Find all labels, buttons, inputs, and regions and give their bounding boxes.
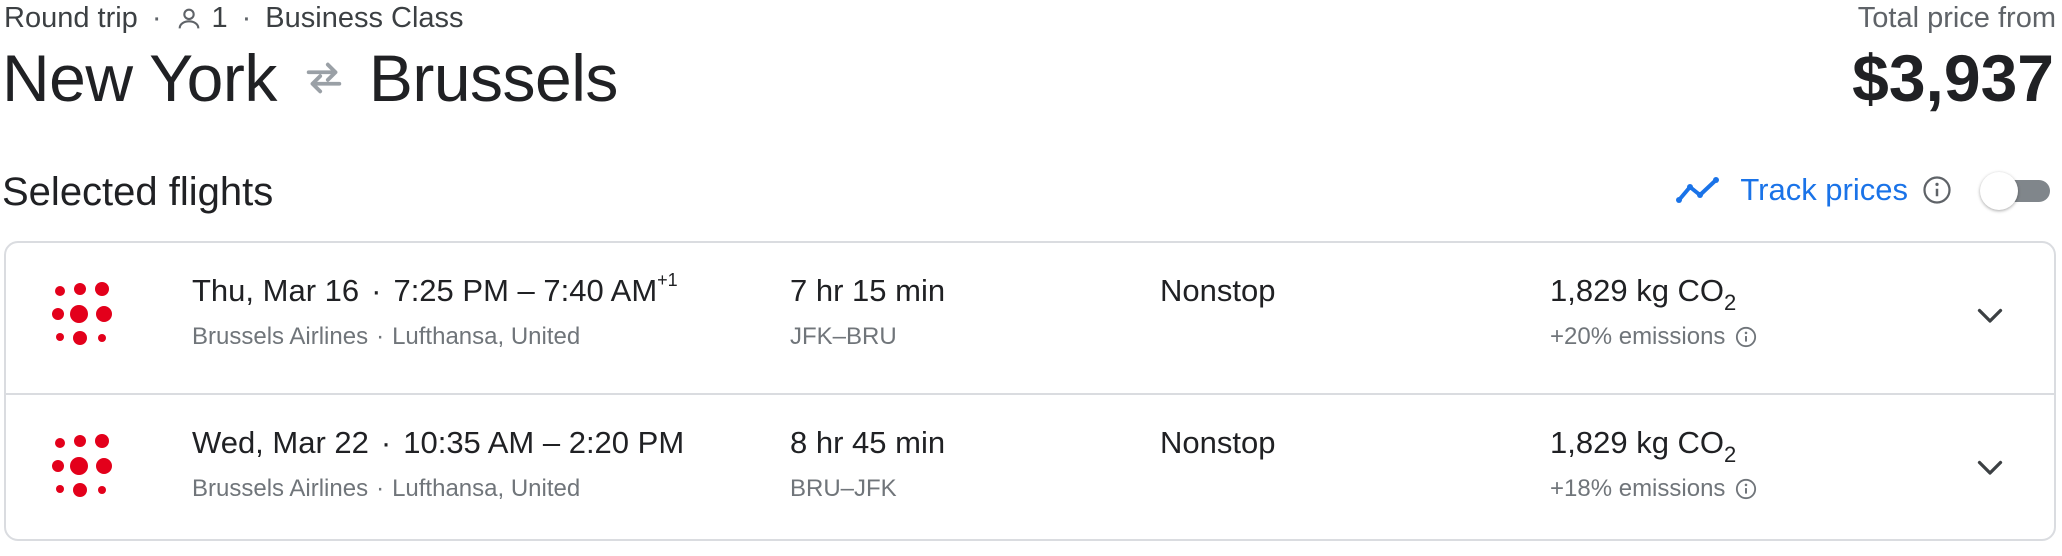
co2-subscript: 2 (1724, 442, 1737, 468)
co2-value: 1,829 kg CO (1550, 425, 1725, 460)
airline: Brussels Airlines (192, 475, 369, 502)
trip-type: Round trip (4, 2, 138, 34)
info-icon[interactable] (1922, 175, 1952, 205)
origin-city: New York (2, 41, 277, 115)
flight-stops: Nonstop (1160, 273, 1276, 308)
selected-flights-card: Thu, Mar 16 · 7:25 PM – 7:40 AM+1 Brussels… (4, 241, 2056, 541)
flight-airports: JFK–BRU (790, 323, 897, 350)
chevron-down-icon[interactable] (1972, 297, 2008, 333)
flight-stops: Nonstop (1160, 425, 1276, 460)
route-title: New York Brussels (2, 40, 618, 116)
track-prices-control: Track prices (1676, 168, 2052, 212)
co2-amount: 1,829 kg CO2 (1550, 425, 1737, 468)
trip-summary: Round trip · 1 · Business Class (4, 2, 464, 35)
info-icon[interactable] (1735, 326, 1757, 348)
separator-dot: · (241, 2, 252, 34)
arrival-time: 2:20 PM (568, 425, 685, 460)
partner-airlines: Lufthansa, United (392, 475, 581, 502)
departure-time: 10:35 AM (403, 425, 535, 460)
brussels-airlines-logo-icon (52, 282, 112, 345)
separator-dot: · (371, 273, 382, 308)
separator-dot: · (380, 425, 392, 460)
airline: Brussels Airlines (192, 323, 369, 350)
flight-row[interactable]: Wed, Mar 22 · 10:35 AM – 2:20 PM Brussels … (6, 393, 2054, 539)
flight-times: Wed, Mar 22 · 10:35 AM – 2:20 PM (192, 425, 684, 461)
flight-duration: 8 hr 45 min (790, 425, 946, 460)
emissions-label: +18% emissions (1550, 475, 1726, 502)
flight-row[interactable]: Thu, Mar 16 · 7:25 PM – 7:40 AM+1 Brussels… (6, 243, 2054, 393)
co2-subscript: 2 (1724, 290, 1737, 316)
swap-arrows-icon (306, 62, 342, 94)
time-dash: – (542, 425, 561, 460)
airline-names: Brussels Airlines · Lufthansa, United (192, 475, 580, 503)
emissions-info: +20% emissions (1550, 323, 1757, 351)
co2-value: 1,829 kg CO (1550, 273, 1725, 308)
toggle-knob (1980, 172, 2018, 210)
total-price-label: Total price from (1857, 2, 2056, 34)
emissions-info: +18% emissions (1550, 475, 1757, 503)
flight-date: Thu, Mar 16 (192, 273, 360, 308)
brussels-airlines-logo-icon (52, 434, 112, 497)
passenger-count: 1 (211, 2, 228, 34)
flight-airports: BRU–JFK (790, 475, 897, 502)
chevron-down-icon[interactable] (1972, 449, 2008, 485)
track-prices-label[interactable]: Track prices (1740, 172, 1908, 208)
partner-airlines: Lufthansa, United (392, 323, 581, 350)
flight-times: Thu, Mar 16 · 7:25 PM – 7:40 AM+1 (192, 269, 678, 309)
info-icon[interactable] (1735, 478, 1757, 500)
arrival-time: 7:40 AM (543, 273, 658, 308)
time-dash: – (517, 273, 535, 308)
flight-duration: 7 hr 15 min (790, 273, 946, 308)
departure-time: 7:25 PM (393, 273, 509, 308)
track-prices-toggle[interactable] (1980, 168, 2052, 212)
day-offset: +1 (657, 269, 678, 290)
separator-dot: · (376, 475, 385, 502)
person-icon (179, 8, 200, 28)
co2-amount: 1,829 kg CO2 (1550, 273, 1737, 316)
destination-city: Brussels (368, 41, 619, 115)
separator-dot: · (376, 323, 385, 350)
trending-up-icon (1676, 177, 1720, 203)
airline-names: Brussels Airlines · Lufthansa, United (192, 323, 580, 351)
section-title: Selected flights (2, 170, 274, 214)
cabin-class: Business Class (265, 2, 464, 34)
separator-dot: · (151, 2, 162, 34)
total-price: $3,937 (1852, 41, 2054, 115)
flight-date: Wed, Mar 22 (192, 425, 369, 460)
emissions-label: +20% emissions (1550, 323, 1726, 350)
